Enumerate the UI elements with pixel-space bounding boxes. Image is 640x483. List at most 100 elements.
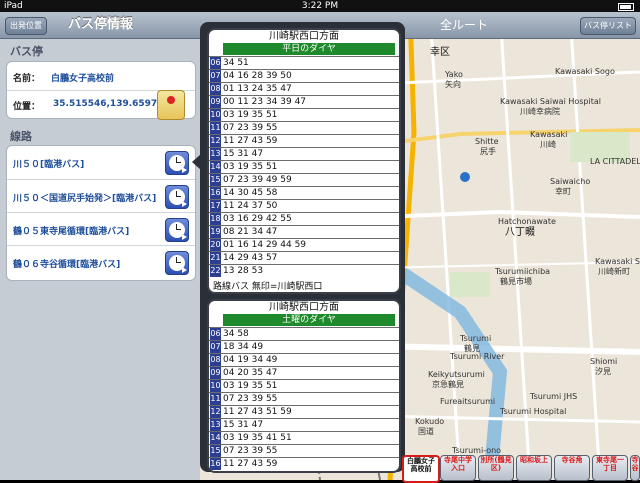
minutes-cell: 00 11 23 34 39 47: [223, 97, 307, 107]
minutes-cell: 15 31 47: [223, 149, 264, 159]
route-list: 川５０[臨港バス] 川５０＜国道尻手始発＞[臨港バス] 鶴０５東寺尾循環[臨港バ…: [6, 145, 196, 281]
minutes-cell: 04 20 35 47: [223, 368, 278, 378]
map-label: LA CITTADELLA: [590, 157, 640, 166]
minutes-cell: 11 27 43 51 59: [223, 407, 292, 417]
map-label: 国道: [418, 427, 434, 436]
timetable-popover: 川崎駅西口方面 平日のダイヤ 06 34 51 07 04 16 28 39 50 …: [200, 22, 405, 473]
timetable-destination: 川崎駅西口方面: [269, 31, 339, 42]
stop-button[interactable]: 昭和坂上: [516, 455, 552, 481]
hour-cell: 12: [210, 406, 221, 418]
minutes-cell: 11 27 43 59: [223, 136, 278, 146]
map-label: Kawasaki Shinmachi: [595, 257, 640, 266]
map-label: Tsurumi: [460, 334, 492, 343]
back-button[interactable]: 出発位置: [5, 17, 47, 35]
hour-cell: 21: [210, 252, 221, 264]
hour-cell: 17: [210, 200, 221, 212]
minutes-cell: 07 23 39 55: [223, 123, 278, 133]
section-heading-busstop: バス停: [10, 45, 43, 58]
map-label: 川崎新町: [598, 267, 630, 276]
map-label: Saiwaicho: [550, 177, 591, 186]
route-label: 川５０＜国道尻手始発＞[臨港バス]: [13, 194, 157, 204]
minutes-cell: 15 31 47: [223, 420, 264, 430]
minutes-cell: 08 21 34 47: [223, 227, 278, 237]
map-label: Kawasaki Saiwai Hospital: [500, 97, 601, 106]
timetable-destination: 川崎駅西口方面: [269, 302, 339, 313]
route-item[interactable]: 鶴０５東寺尾循環[臨港バス]: [7, 212, 195, 246]
hour-cell: 10: [210, 380, 221, 392]
weekday-timetable[interactable]: 川崎駅西口方面 平日のダイヤ 06 34 51 07 04 16 28 39 50 …: [207, 28, 401, 294]
page-title: バス停情報: [68, 17, 134, 32]
route-item[interactable]: 鶴０６寺谷循環[臨港バス]: [7, 245, 195, 280]
minutes-cell: 18 34 49: [223, 342, 264, 352]
hour-cell: 22: [210, 265, 221, 277]
minutes-cell: 04 19 34 49: [223, 355, 278, 365]
timetable-daytype: 平日のダイヤ: [223, 43, 395, 55]
route-item[interactable]: 川５０[臨港バス]: [7, 146, 195, 179]
map-label: Yako: [445, 70, 463, 79]
minutes-cell: 13 28 53: [223, 266, 264, 276]
minutes-cell: 01 16 14 29 44 59: [223, 240, 307, 250]
position-label: 位置：: [13, 102, 41, 112]
map-label: Fureaitsurumi: [440, 397, 496, 406]
timetable-clock-icon[interactable]: [165, 151, 189, 175]
minutes-cell: 07 23 39 55: [223, 446, 278, 456]
minutes-cell: 01 13 24 35 47: [223, 84, 292, 94]
route-label: 川５０[臨港バス]: [13, 160, 85, 170]
minutes-cell: 07 23 39 49 59: [223, 175, 292, 185]
route-label: 鶴０５東寺尾循環[臨港バス]: [13, 227, 130, 237]
stop-button[interactable]: 東寺尾一丁目: [592, 455, 628, 481]
minutes-cell: 14 30 45 58: [223, 188, 278, 198]
minutes-cell: 34 51: [223, 58, 249, 68]
map-label: 川崎: [540, 140, 556, 149]
hour-cell: 11: [210, 393, 221, 405]
map-label: 汐見: [595, 367, 611, 376]
hour-cell: 08: [210, 83, 221, 95]
hour-cell: 15: [210, 445, 221, 457]
stop-button[interactable]: 別所(鶴見区): [478, 455, 514, 481]
map-label: Tsurumiichiba: [495, 267, 551, 276]
map-label: 京急鶴見: [432, 380, 464, 389]
map-label: Kawasaki Sogo: [555, 67, 615, 76]
stop-list-button[interactable]: バス停リスト: [580, 17, 636, 35]
map-label: Kokudo: [415, 417, 445, 426]
hour-cell: 12: [210, 135, 221, 147]
hour-cell: 18: [210, 213, 221, 225]
hour-cell: 08: [210, 354, 221, 366]
timetable-daytype: 土曜のダイヤ: [223, 314, 395, 326]
hour-cell: 09: [210, 96, 221, 108]
hour-cell: 16: [210, 458, 221, 470]
map-icon[interactable]: [157, 90, 185, 120]
minutes-cell: 11 27 43 59: [223, 459, 278, 469]
map-label: Tsurumi River: [450, 352, 505, 361]
stop-name: 白鵬女子高校前: [51, 74, 115, 84]
timetable-clock-icon[interactable]: [165, 251, 189, 275]
stop-button[interactable]: 寺谷: [630, 455, 640, 481]
minutes-cell: 07 23 39 55: [223, 394, 278, 404]
busstop-card: 名前： 白鵬女子高校前 位置： 35.515546,139.659758: [6, 61, 196, 120]
map-label: Shitte: [475, 137, 499, 146]
map-label: 幸町: [555, 187, 571, 196]
hour-cell: 07: [210, 341, 221, 353]
hour-cell: 06: [210, 328, 221, 340]
hour-cell: 10: [210, 109, 221, 121]
saturday-timetable[interactable]: 川崎駅西口方面 土曜のダイヤ 06 34 58 07 18 34 49 08 04 1…: [207, 299, 401, 473]
section-heading-routes: 線路: [10, 130, 32, 143]
map-label: Hatchonawate: [498, 217, 556, 226]
battery-icon: [618, 3, 634, 11]
timetable-clock-icon[interactable]: [165, 218, 189, 242]
hour-cell: 15: [210, 174, 221, 186]
status-time: 3:22 PM: [301, 1, 339, 11]
hour-cell: 19: [210, 226, 221, 238]
stop-button[interactable]: 寺尾中学入口: [440, 455, 476, 481]
hour-cell: 13: [210, 148, 221, 160]
minutes-cell: 11 24 37 50: [223, 201, 278, 211]
route-item[interactable]: 川５０＜国道尻手始発＞[臨港バス]: [7, 179, 195, 213]
minutes-cell: 34 58: [223, 329, 249, 339]
stop-button[interactable]: 寺谷角: [554, 455, 590, 481]
map-label: Tsurumi JHS: [530, 392, 578, 401]
name-label: 名前：: [13, 74, 41, 84]
stop-button-selected[interactable]: 白鵬女子高校前: [402, 455, 440, 483]
timetable-clock-icon[interactable]: [165, 185, 189, 209]
map-title: 全ルート: [440, 18, 489, 32]
hour-cell: 06: [210, 57, 221, 69]
